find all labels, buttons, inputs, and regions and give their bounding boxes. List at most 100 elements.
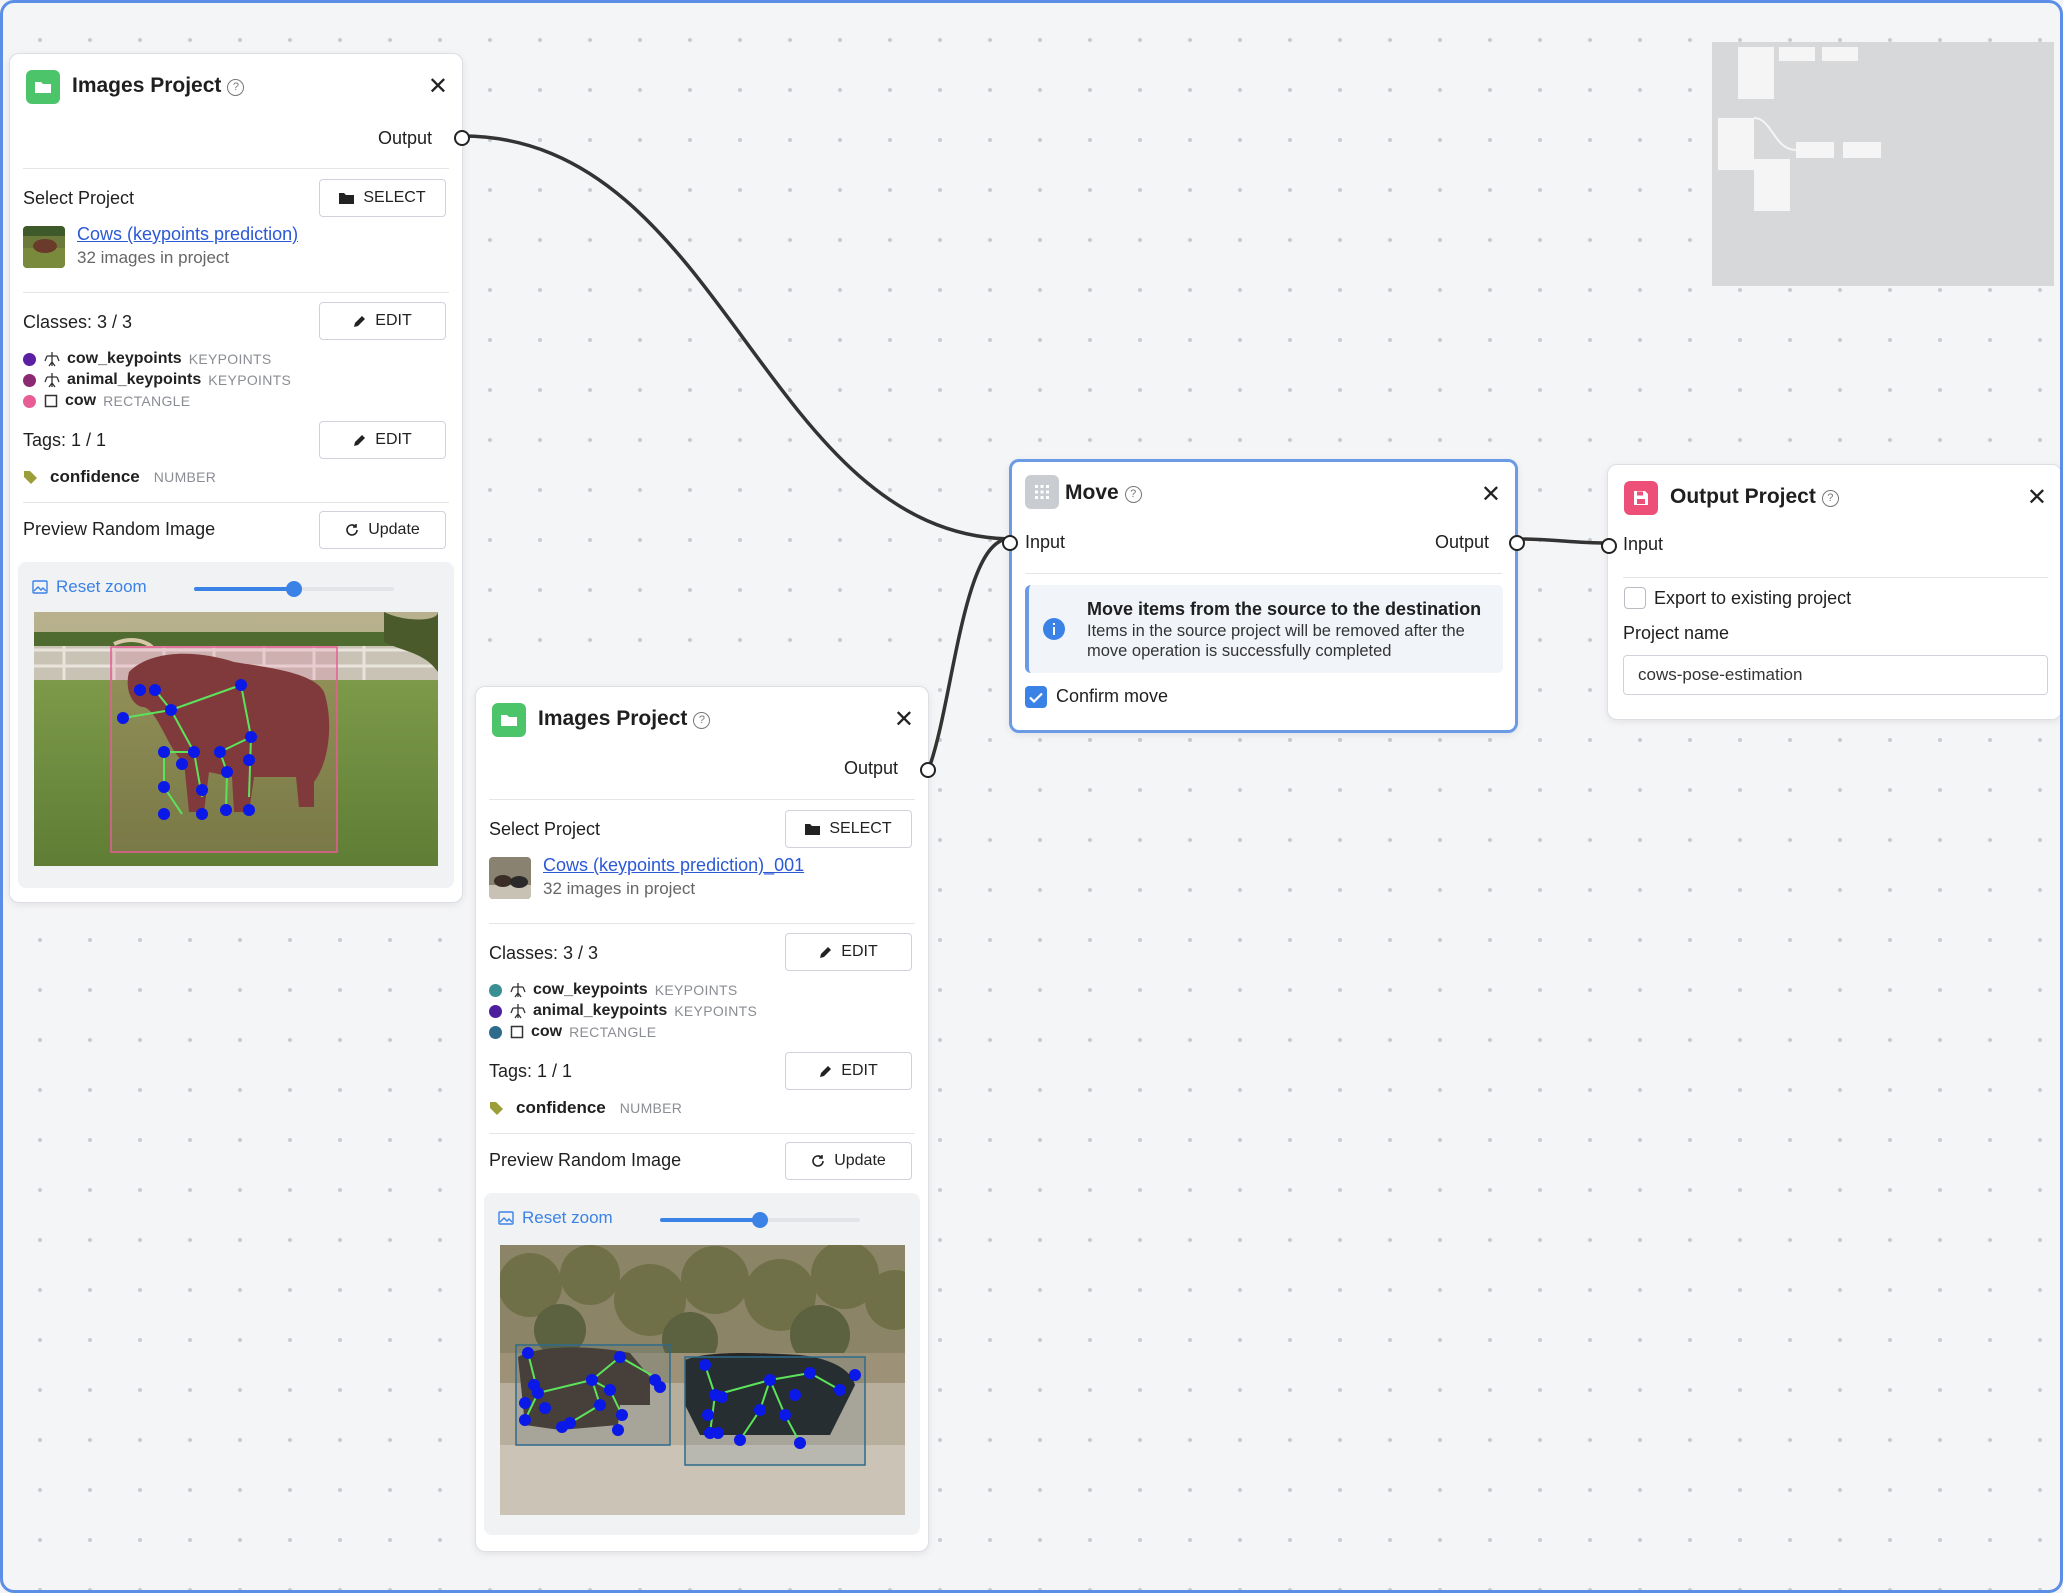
image-preview-panel: Reset zoom xyxy=(484,1193,920,1535)
update-button[interactable]: Update xyxy=(785,1142,912,1180)
help-icon[interactable]: ? xyxy=(1821,490,1839,507)
output-port[interactable] xyxy=(1509,535,1525,551)
class-type: KEYPOINTS xyxy=(188,351,272,367)
project-link[interactable]: Cows (keypoints prediction) xyxy=(77,224,298,245)
select-project-label: Select Project xyxy=(23,188,135,208)
image-preview-panel: Reset zoom xyxy=(18,562,454,888)
edit-button-label: EDIT xyxy=(841,1062,878,1079)
divider xyxy=(23,292,449,293)
info-title: Move items from the source to the destin… xyxy=(1087,599,1482,619)
confirm-move-label[interactable]: Confirm move xyxy=(1056,686,1168,707)
node-title: Images Project? xyxy=(72,74,245,98)
divider xyxy=(489,1133,915,1134)
close-icon[interactable]: ✕ xyxy=(894,705,914,734)
class-color-dot xyxy=(489,1025,502,1039)
update-button-label: Update xyxy=(368,521,420,538)
class-color-dot xyxy=(23,373,36,387)
help-icon[interactable]: ? xyxy=(1124,486,1142,503)
export-existing-checkbox[interactable] xyxy=(1624,587,1646,609)
tags-label: Tags: 1 / 1 xyxy=(489,1061,573,1081)
tag-item: confidence NUMBER xyxy=(23,467,216,487)
reset-zoom-button[interactable]: Reset zoom xyxy=(32,577,147,597)
graph-canvas[interactable]: Images Project? ✕ Output Select Project … xyxy=(0,0,2063,1593)
edit-classes-button[interactable]: EDIT xyxy=(319,302,446,340)
info-icon xyxy=(1043,618,1065,640)
classes-label: Classes: 3 / 3 xyxy=(23,312,133,332)
export-existing-label[interactable]: Export to existing project xyxy=(1654,588,1851,609)
rectangle-icon xyxy=(44,394,58,408)
class-name: cow_keypoints xyxy=(533,981,648,998)
output-port[interactable] xyxy=(920,762,936,778)
project-link[interactable]: Cows (keypoints prediction)_001 xyxy=(543,855,804,876)
edit-tags-button[interactable]: EDIT xyxy=(785,1052,912,1090)
close-icon[interactable]: ✕ xyxy=(428,72,448,101)
preview-image[interactable] xyxy=(500,1245,905,1515)
class-name: cow_keypoints xyxy=(67,350,182,367)
images-project-node[interactable]: Images Project? ✕ Output Select Project … xyxy=(9,53,470,903)
update-button[interactable]: Update xyxy=(319,511,446,549)
tag-icon xyxy=(24,470,37,484)
reset-zoom-button[interactable]: Reset zoom xyxy=(498,1208,613,1228)
edit-tags-button[interactable]: EDIT xyxy=(319,421,446,459)
preview-label: Preview Random Image xyxy=(489,1150,682,1170)
folder-icon xyxy=(805,824,821,835)
zoom-slider-fill xyxy=(660,1218,760,1222)
pencil-icon xyxy=(354,315,366,327)
edit-classes-button[interactable]: EDIT xyxy=(785,933,912,971)
divider xyxy=(489,799,915,800)
node-title: Output Project? xyxy=(1670,485,1839,509)
class-name: cow xyxy=(65,392,97,409)
move-node[interactable]: Move? ✕ Input Output Move items from the… xyxy=(1002,459,1525,733)
zoom-slider[interactable] xyxy=(660,1212,860,1228)
folder-icon xyxy=(339,193,355,204)
classes-label: Classes: 3 / 3 xyxy=(489,943,599,963)
images-project-node[interactable]: Images Project? ✕ Output Select Project … xyxy=(475,686,936,1552)
project-image-count: 32 images in project xyxy=(543,879,696,898)
folder-icon xyxy=(26,70,60,104)
class-color-dot xyxy=(23,394,36,408)
node-title-text: Images Project xyxy=(538,707,688,730)
node-header[interactable]: Images Project? ✕ xyxy=(10,54,462,118)
input-port[interactable] xyxy=(1002,535,1018,551)
edit-button-label: EDIT xyxy=(375,312,412,329)
minimap-edges xyxy=(1753,117,1797,151)
class-color-dot xyxy=(23,352,36,366)
class-type: RECTANGLE xyxy=(569,1024,657,1040)
select-project-button[interactable]: SELECT xyxy=(785,810,912,848)
select-project-button[interactable]: SELECT xyxy=(319,179,446,217)
project-name-label: Project name xyxy=(1623,623,1730,643)
close-icon[interactable]: ✕ xyxy=(1481,480,1501,509)
zoom-slider-thumb[interactable] xyxy=(286,581,302,597)
preview-image[interactable] xyxy=(34,612,438,866)
graph-icon xyxy=(44,372,60,388)
divider xyxy=(1025,573,1502,574)
project-image-count: 32 images in project xyxy=(77,248,230,267)
zoom-slider[interactable] xyxy=(194,581,394,597)
info-text: Items in the source project will be remo… xyxy=(1087,622,1465,660)
node-header[interactable]: Images Project? ✕ xyxy=(476,687,928,751)
tag-name: confidence xyxy=(516,1098,606,1117)
graph-icon xyxy=(44,351,60,367)
class-item: cow RECTANGLE xyxy=(489,1021,656,1043)
project-name-input[interactable] xyxy=(1623,655,2048,695)
minimap[interactable] xyxy=(1712,42,2054,286)
check-icon xyxy=(1029,692,1043,703)
output-port[interactable] xyxy=(454,130,470,146)
zoom-slider-thumb[interactable] xyxy=(752,1212,768,1228)
output-port-label: Output xyxy=(1434,532,1489,552)
node-header[interactable]: Move? ✕ xyxy=(1012,462,1515,526)
output-project-node[interactable]: Output Project? ✕ Input Export to existi… xyxy=(1601,464,2060,720)
node-header[interactable]: Output Project? ✕ xyxy=(1608,465,2060,529)
class-item: animal_keypoints KEYPOINTS xyxy=(489,1000,757,1022)
class-name: animal_keypoints xyxy=(67,371,202,388)
reset-zoom-label: Reset zoom xyxy=(56,577,147,596)
help-icon[interactable]: ? xyxy=(227,79,245,96)
help-icon[interactable]: ? xyxy=(693,712,711,729)
zoom-slider-fill xyxy=(194,587,294,591)
tag-type: NUMBER xyxy=(153,469,217,485)
confirm-move-checkbox[interactable] xyxy=(1025,686,1047,708)
refresh-icon xyxy=(812,1155,825,1167)
close-icon[interactable]: ✕ xyxy=(2027,483,2047,512)
class-color-dot xyxy=(489,1004,502,1018)
input-port[interactable] xyxy=(1601,538,1617,554)
